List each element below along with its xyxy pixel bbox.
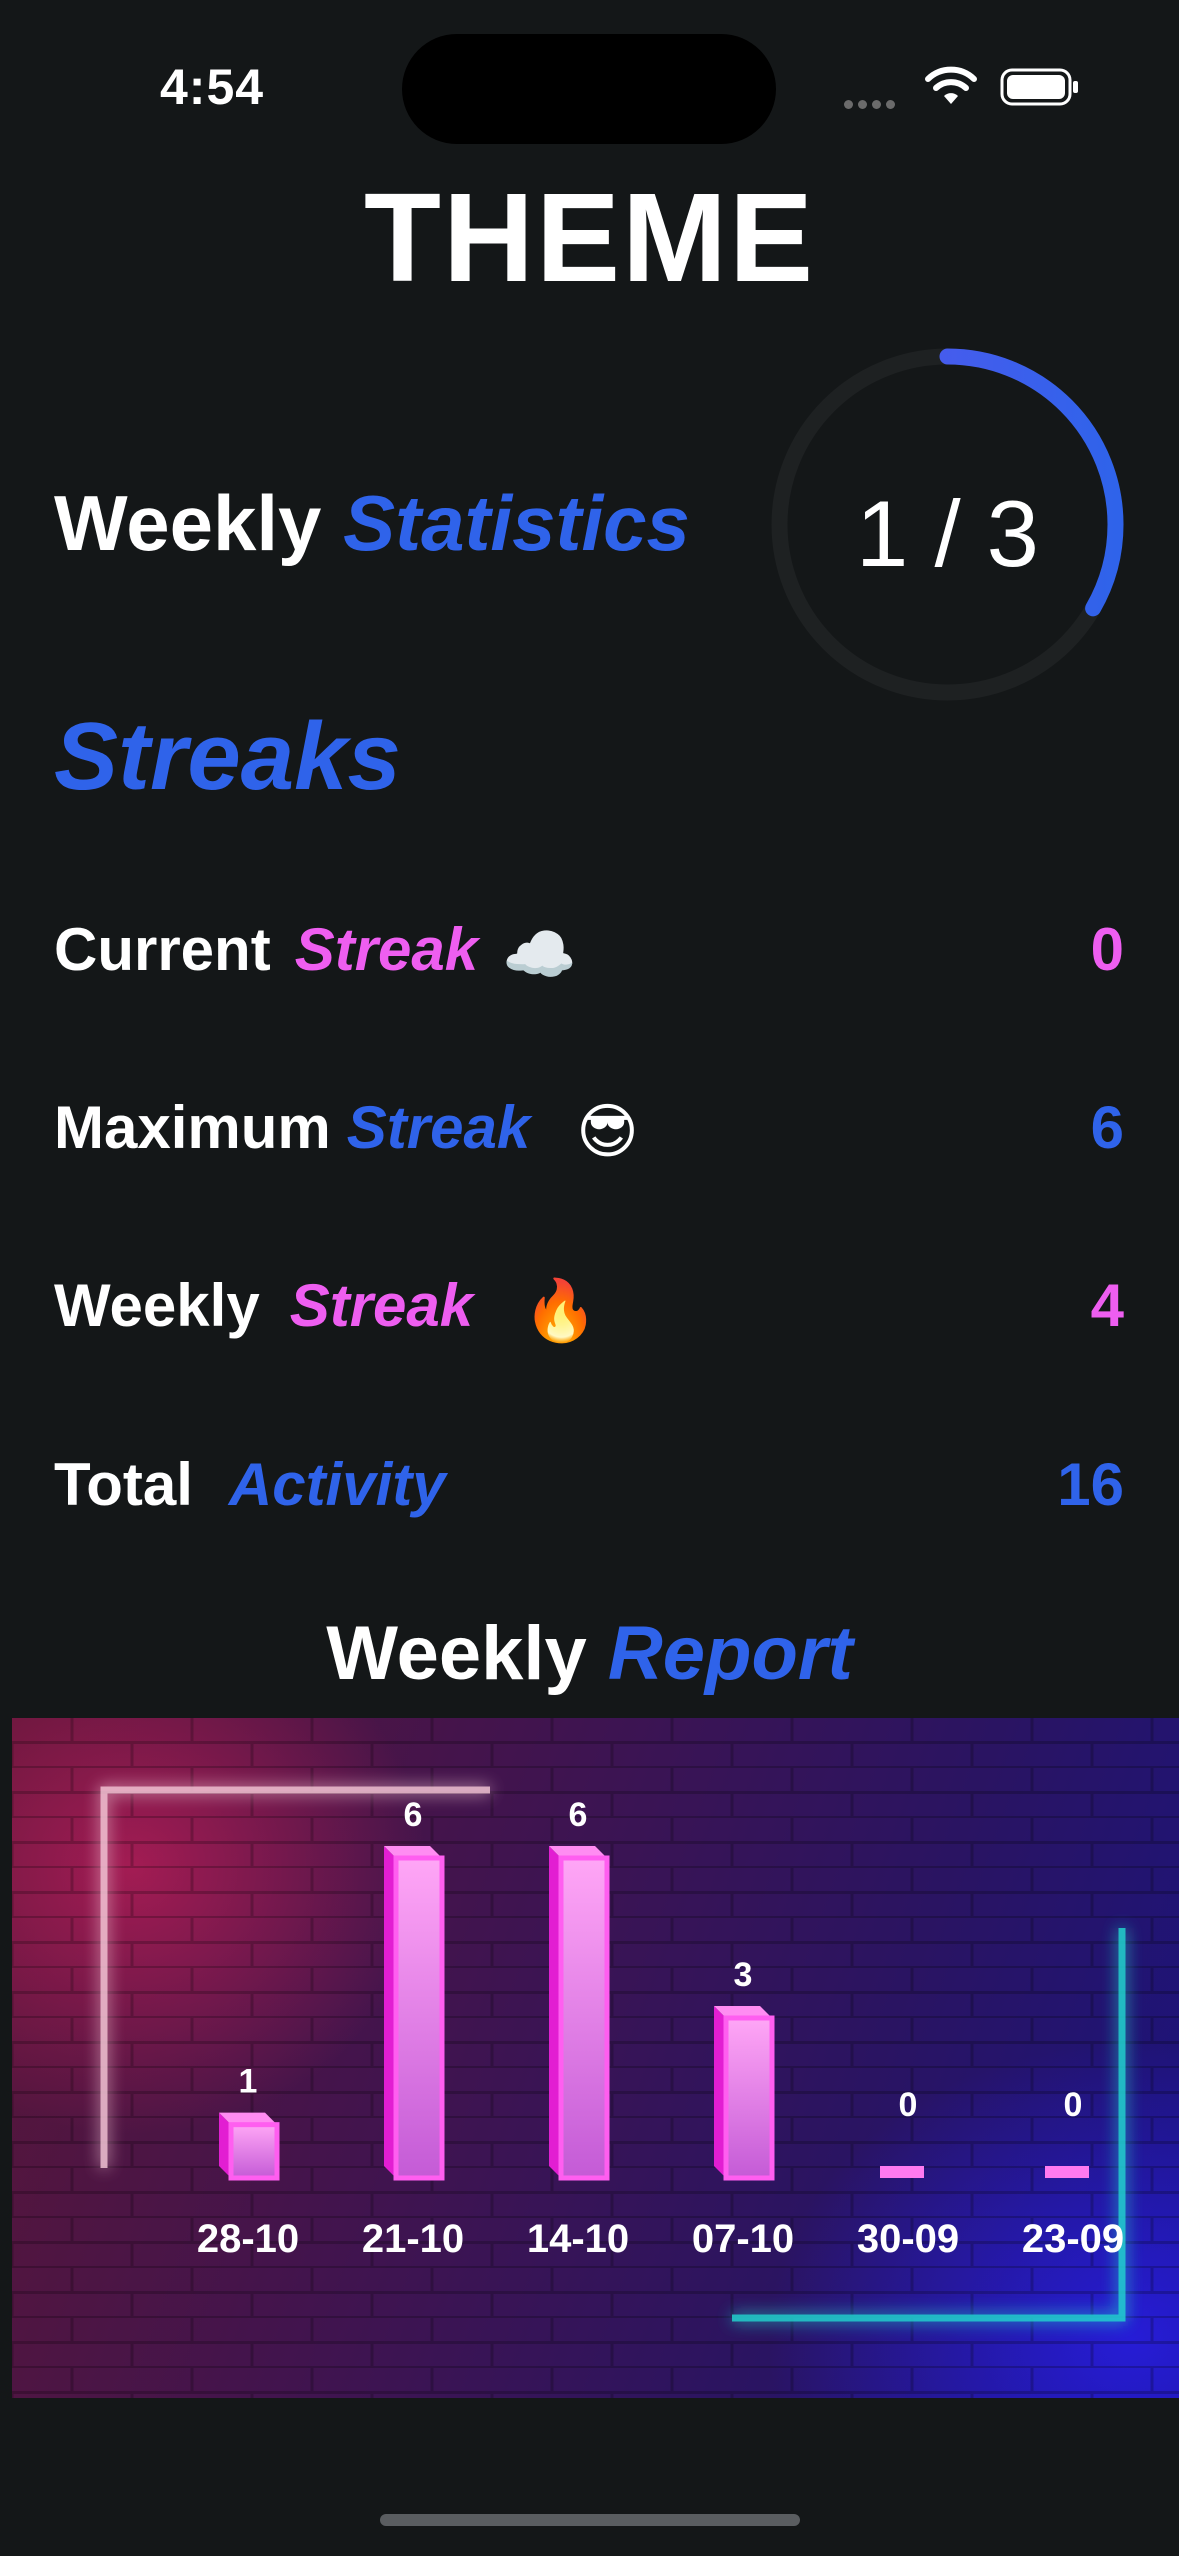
current-streak-accent: Streak [294, 916, 479, 983]
home-indicator [380, 2514, 800, 2526]
weekly-progress-text: 1 / 3 [856, 481, 1039, 586]
weekly-streak-accent: Streak [289, 1272, 474, 1339]
bar-07-10 [723, 2015, 775, 2181]
fire-icon: 🔥 [523, 1276, 598, 1344]
maximum-streak-row: Maximum Streak 😎 6 [54, 1093, 1124, 1173]
weekly-statistics-accent: Statistics [343, 479, 690, 567]
weekly-report-chart-svg: 1 28-10 6 21-10 6 14-10 3 07-10 0 30-09 0 23-09 [12, 1718, 1179, 2398]
bar-value-label-14-10: 6 [569, 1796, 588, 1834]
bar-value-label-23-09: 0 [1064, 2086, 1083, 2124]
page-title: THEME [364, 167, 815, 308]
weekly-report-title: Weekly Report [0, 1610, 1179, 1697]
x-tick-label-30-09: 30-09 [857, 2217, 959, 2261]
current-streak-row: Current Streak ☁️ 0 [54, 915, 1124, 995]
total-activity-row: Total Activity 16 [54, 1450, 1124, 1530]
bar-value-label-30-09: 0 [899, 2086, 918, 2124]
x-tick-label-14-10: 14-10 [527, 2217, 629, 2261]
bar-value-label-21-10: 6 [404, 1796, 423, 1834]
dynamic-island [402, 34, 776, 144]
weekly-statistics-plain: Weekly [54, 479, 322, 567]
total-activity-accent: Activity [228, 1451, 446, 1518]
bar-14-10 [558, 1855, 610, 2181]
sunglasses-face-icon: 😎 [576, 1098, 639, 1166]
battery-icon [1000, 68, 1078, 106]
x-tick-label-07-10: 07-10 [692, 2217, 794, 2261]
weekly-statistics-label: Weekly Statistics [54, 478, 690, 569]
status-time: 4:54 [160, 59, 265, 115]
total-activity-value: 16 [1057, 1451, 1124, 1518]
x-tick-label-28-10: 28-10 [197, 2217, 299, 2261]
bar-21-10 [393, 1855, 445, 2181]
x-tick-label-21-10: 21-10 [362, 2217, 464, 2261]
weekly-streak-value: 4 [1090, 1272, 1124, 1339]
bar-23-09 [1045, 2166, 1089, 2178]
weekly-report-chart: 1 28-10 6 21-10 6 14-10 3 07-10 0 30-09 0 23-09 [12, 1718, 1179, 2398]
cellular-signal-icon [844, 96, 906, 109]
weekly-report-plain: Weekly [326, 1611, 587, 1696]
bar-value-label-28-10: 1 [239, 2063, 258, 2101]
bar-28-10 [228, 2122, 280, 2181]
x-tick-label-23-09: 23-09 [1022, 2217, 1124, 2261]
weekly-streak-row: Weekly Streak 🔥 4 [54, 1271, 1124, 1351]
weekly-report-accent: Report [607, 1611, 853, 1696]
cloud-icon: ☁️ [502, 920, 577, 988]
streaks-heading: Streaks [54, 703, 401, 810]
total-activity-label: Total [54, 1451, 193, 1518]
maximum-streak-label: Maximum [54, 1094, 331, 1161]
weekly-streak-label: Weekly [54, 1272, 260, 1339]
bar-30-09 [880, 2166, 924, 2178]
bar-value-label-07-10: 3 [734, 1956, 753, 1994]
current-streak-label: Current [54, 916, 271, 983]
maximum-streak-value: 6 [1090, 1094, 1124, 1161]
current-streak-value: 0 [1090, 916, 1124, 983]
maximum-streak-accent: Streak [346, 1094, 531, 1161]
wifi-icon [925, 66, 977, 104]
